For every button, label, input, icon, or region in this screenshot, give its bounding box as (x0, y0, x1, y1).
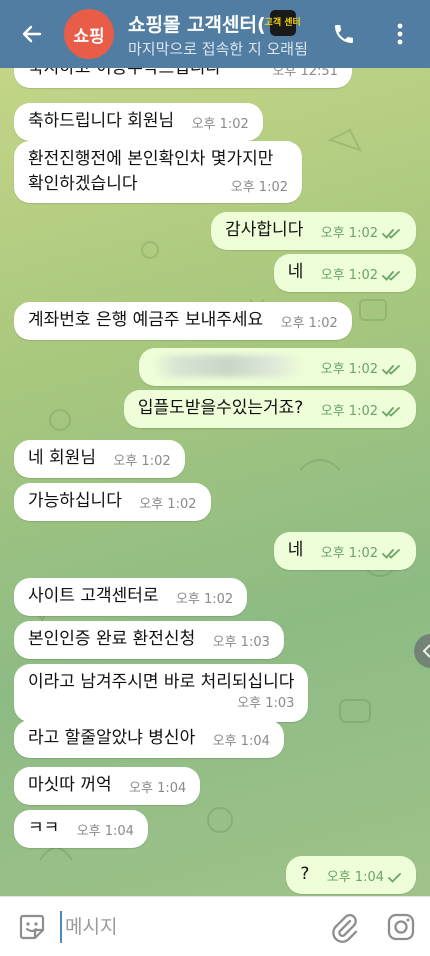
message-text: 사이트 고객센터로 (28, 586, 159, 606)
message-composer (0, 896, 430, 956)
chat-title: 쇼핑몰 고객센터( (128, 13, 266, 36)
message-text: 본인인증 완료 환전신청 (28, 629, 196, 649)
sent-check-icon (388, 873, 401, 883)
message-time: 오후 1:02 (175, 592, 234, 607)
read-double-check-icon (382, 271, 400, 281)
message-time: 오후 1:02 (113, 454, 171, 469)
message-incoming[interactable]: 네 회원님 오후 1:02 (14, 440, 185, 478)
message-time: 오후 1:04 (212, 734, 270, 749)
message-text-line: 환전진행전에 본인확인차 몇가지만 (28, 149, 274, 169)
message-time: 오후 1:02 (191, 117, 249, 132)
message-incoming[interactable]: ㅋㅋ 오후 1:04 (14, 810, 148, 848)
message-incoming[interactable]: 환전진행전에 본인확인차 몇가지만 확인하겠습니다 오후 1:02 (14, 141, 302, 203)
chat-avatar[interactable]: 쇼핑 (64, 9, 114, 59)
message-list[interactable]: 축지하고 이용부탁드립니다 ^^ 오후 12:51 축하드립니다 회원님 오후 … (0, 68, 430, 896)
message-text: 네 회원님 (28, 448, 96, 468)
message-outgoing[interactable]: 네 오후 1:02 (273, 254, 416, 292)
customer-center-badge: 고객 센터 (265, 10, 301, 36)
message-text: 라고 할줄알았냐 병신아 (28, 728, 196, 748)
message-input[interactable] (60, 911, 310, 943)
message-time: 오후 1:04 (76, 824, 134, 839)
message-text: 축하드립니다 회원님 (28, 111, 175, 131)
message-text: 입플도받을수있는거죠? (137, 398, 304, 418)
read-double-check-icon (382, 365, 400, 375)
message-incoming[interactable]: 가능하십니다 오후 1:02 (14, 483, 211, 521)
camera-icon (387, 913, 415, 941)
message-time: 오후 1:02 (320, 226, 378, 241)
chat-header: 쇼핑 쇼핑몰 고객센터( 고객 센터 마지막으로 접속한 지 오래됨 (0, 0, 430, 68)
phone-icon (335, 25, 353, 43)
message-time: 오후 1:02 (320, 362, 378, 377)
message-outgoing-redacted[interactable]: 오후 1:02 (139, 348, 416, 386)
scroll-to-bottom-button[interactable] (414, 634, 430, 668)
message-time: 오후 1:02 (280, 316, 338, 331)
message-outgoing[interactable]: 입플도받을수있는거죠? 오후 1:02 (123, 390, 416, 428)
message-time: 오후 1:02 (320, 268, 378, 283)
message-time: 오후 1:02 (320, 546, 378, 561)
message-text: ㅋㅋ (28, 818, 60, 838)
message-incoming[interactable]: 이라고 남겨주시면 바로 처리되십니다 오후 1:03 (14, 664, 309, 722)
message-incoming[interactable]: 축지하고 이용부탁드립니다 ^^ 오후 12:51 (14, 68, 352, 88)
message-text: 계좌번호 은행 예금주 보내주세요 (28, 310, 264, 330)
more-vertical-icon (397, 23, 403, 45)
message-text: 축지하고 이용부탁드립니다 ^^ (28, 68, 255, 78)
message-time: 오후 1:03 (237, 696, 295, 711)
message-text: ? (300, 864, 310, 884)
read-double-check-icon (382, 549, 400, 559)
message-incoming[interactable]: 본인인증 완료 환전신청 오후 1:03 (14, 621, 284, 659)
attach-button[interactable] (330, 911, 358, 943)
message-text: 감사합니다 (225, 220, 304, 240)
message-time: 오후 1:04 (129, 781, 187, 796)
message-incoming[interactable]: 라고 할줄알았냐 병신아 오후 1:04 (14, 720, 284, 758)
message-text: 네 (287, 540, 304, 560)
chat-info[interactable]: 쇼핑몰 고객센터( 고객 센터 마지막으로 접속한 지 오래됨 (128, 10, 334, 59)
read-double-check-icon (382, 229, 400, 239)
more-options-button[interactable] (388, 18, 412, 50)
message-incoming[interactable]: 계좌번호 은행 예금주 보내주세요 오후 1:02 (14, 302, 352, 340)
last-seen-status: 마지막으로 접속한 지 오래됨 (128, 39, 308, 58)
message-outgoing[interactable]: 감사합니다 오후 1:02 (211, 212, 416, 250)
emoji-sticker-button[interactable] (18, 913, 46, 941)
message-text-line: 확인하겠습니다 (28, 174, 138, 194)
message-time: 오후 12:51 (272, 68, 338, 79)
message-text: 가능하십니다 (28, 491, 122, 511)
message-incoming[interactable]: 축하드립니다 회원님 오후 1:02 (14, 103, 263, 141)
sticker-icon (19, 914, 45, 940)
camera-button[interactable] (386, 912, 416, 942)
chevron-left-icon (422, 644, 430, 658)
message-incoming[interactable]: 마싯따 꺼억 오후 1:04 (14, 767, 201, 805)
paperclip-icon (332, 914, 358, 943)
back-arrow-icon (22, 25, 42, 43)
message-text: 네 (287, 262, 304, 282)
message-time: 오후 1:02 (139, 497, 197, 512)
message-outgoing[interactable]: 네 오후 1:02 (273, 532, 416, 570)
back-button[interactable] (0, 0, 64, 68)
message-time: 오후 1:02 (230, 180, 288, 195)
avatar-text: 쇼핑 (73, 26, 105, 47)
read-double-check-icon (382, 407, 400, 417)
call-button[interactable] (328, 18, 360, 50)
message-time: 오후 1:03 (212, 635, 270, 650)
message-time: 오후 1:04 (326, 870, 384, 885)
message-incoming[interactable]: 사이트 고객센터로 오후 1:02 (14, 578, 248, 616)
message-text: 마싯따 꺼억 (28, 775, 112, 795)
message-outgoing[interactable]: ? 오후 1:04 (286, 856, 416, 894)
redacted-account-info (153, 355, 304, 377)
message-time: 오후 1:02 (320, 404, 378, 419)
